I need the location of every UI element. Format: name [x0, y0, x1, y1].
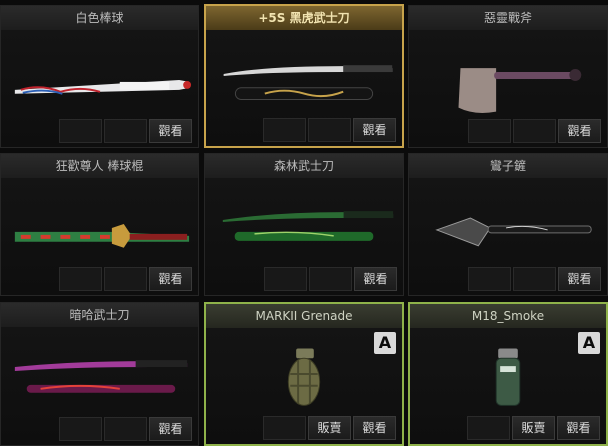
empty-slot [308, 118, 351, 142]
item-card-black-tiger-katana[interactable]: +5S 黑虎武士刀 觀看 [204, 4, 404, 148]
item-card-m18-smoke[interactable]: M18_Smoke A 販賣 觀看 [408, 302, 608, 446]
view-button[interactable]: 觀看 [353, 118, 396, 142]
empty-slot [513, 119, 556, 143]
action-bar: 觀看 [59, 267, 192, 291]
sell-button[interactable]: 販賣 [308, 416, 351, 440]
item-card-forest-katana[interactable]: 森林武士刀 觀看 [204, 153, 404, 296]
item-card-dark-katana[interactable]: 暗哈武士刀 觀看 [0, 302, 199, 446]
item-title: 暗哈武士刀 [1, 303, 198, 327]
empty-slot [468, 119, 511, 143]
item-title: 惡靈戰斧 [409, 6, 607, 30]
item-title: 森林武士刀 [205, 154, 403, 178]
action-bar: 觀看 [59, 417, 192, 441]
katana-icon [206, 32, 402, 118]
katana-icon [1, 329, 198, 415]
item-card-evil-axe[interactable]: 惡靈戰斧 觀看 [408, 5, 608, 148]
item-title: 鸞子鏟 [409, 154, 607, 178]
empty-slot [59, 119, 102, 143]
axe-icon [409, 32, 607, 118]
view-button[interactable]: 觀看 [354, 267, 397, 291]
shovel-icon [409, 180, 607, 266]
empty-slot [263, 118, 306, 142]
action-bar: 觀看 [264, 267, 397, 291]
sell-button[interactable]: 販賣 [512, 416, 555, 440]
action-bar: 販賣 觀看 [467, 416, 600, 440]
empty-slot [59, 267, 102, 291]
action-bar: 販賣 觀看 [263, 416, 396, 440]
empty-slot [467, 416, 510, 440]
item-title: 狂歡尊人 棒球棍 [1, 154, 198, 178]
action-bar: 觀看 [263, 118, 396, 142]
view-button[interactable]: 觀看 [149, 267, 192, 291]
baseball-bat-icon [1, 32, 198, 118]
item-title: 白色棒球 [1, 6, 198, 30]
item-card-white-bat[interactable]: 白色棒球 觀看 [0, 5, 199, 148]
empty-slot [59, 417, 102, 441]
item-card-markii-grenade[interactable]: MARKII Grenade A 販賣 觀看 [204, 302, 404, 446]
inventory-grid: 白色棒球 觀看 +5S 黑虎武士刀 觀看 惡靈戰斧 觀看 狂歡尊人 棒球棍 觀看… [0, 0, 608, 446]
item-title: +5S 黑虎武士刀 [206, 6, 402, 30]
empty-slot [104, 417, 147, 441]
baseball-bat-icon [1, 180, 198, 266]
view-button[interactable]: 觀看 [558, 119, 601, 143]
action-bar: 觀看 [468, 267, 601, 291]
empty-slot [263, 416, 306, 440]
action-bar: 觀看 [468, 119, 601, 143]
view-button[interactable]: 觀看 [149, 119, 192, 143]
grenade-icon [206, 330, 402, 416]
empty-slot [104, 267, 147, 291]
item-title: MARKII Grenade [206, 304, 402, 328]
smoke-grenade-icon [410, 330, 606, 416]
view-button[interactable]: 觀看 [149, 417, 192, 441]
empty-slot [468, 267, 511, 291]
item-card-shovel[interactable]: 鸞子鏟 觀看 [408, 153, 608, 296]
view-button[interactable]: 觀看 [558, 267, 601, 291]
empty-slot [309, 267, 352, 291]
empty-slot [264, 267, 307, 291]
item-title: M18_Smoke [410, 304, 606, 328]
empty-slot [104, 119, 147, 143]
empty-slot [513, 267, 556, 291]
action-bar: 觀看 [59, 119, 192, 143]
item-card-carnival-bat[interactable]: 狂歡尊人 棒球棍 觀看 [0, 153, 199, 296]
view-button[interactable]: 觀看 [557, 416, 600, 440]
view-button[interactable]: 觀看 [353, 416, 396, 440]
katana-icon [205, 180, 403, 266]
